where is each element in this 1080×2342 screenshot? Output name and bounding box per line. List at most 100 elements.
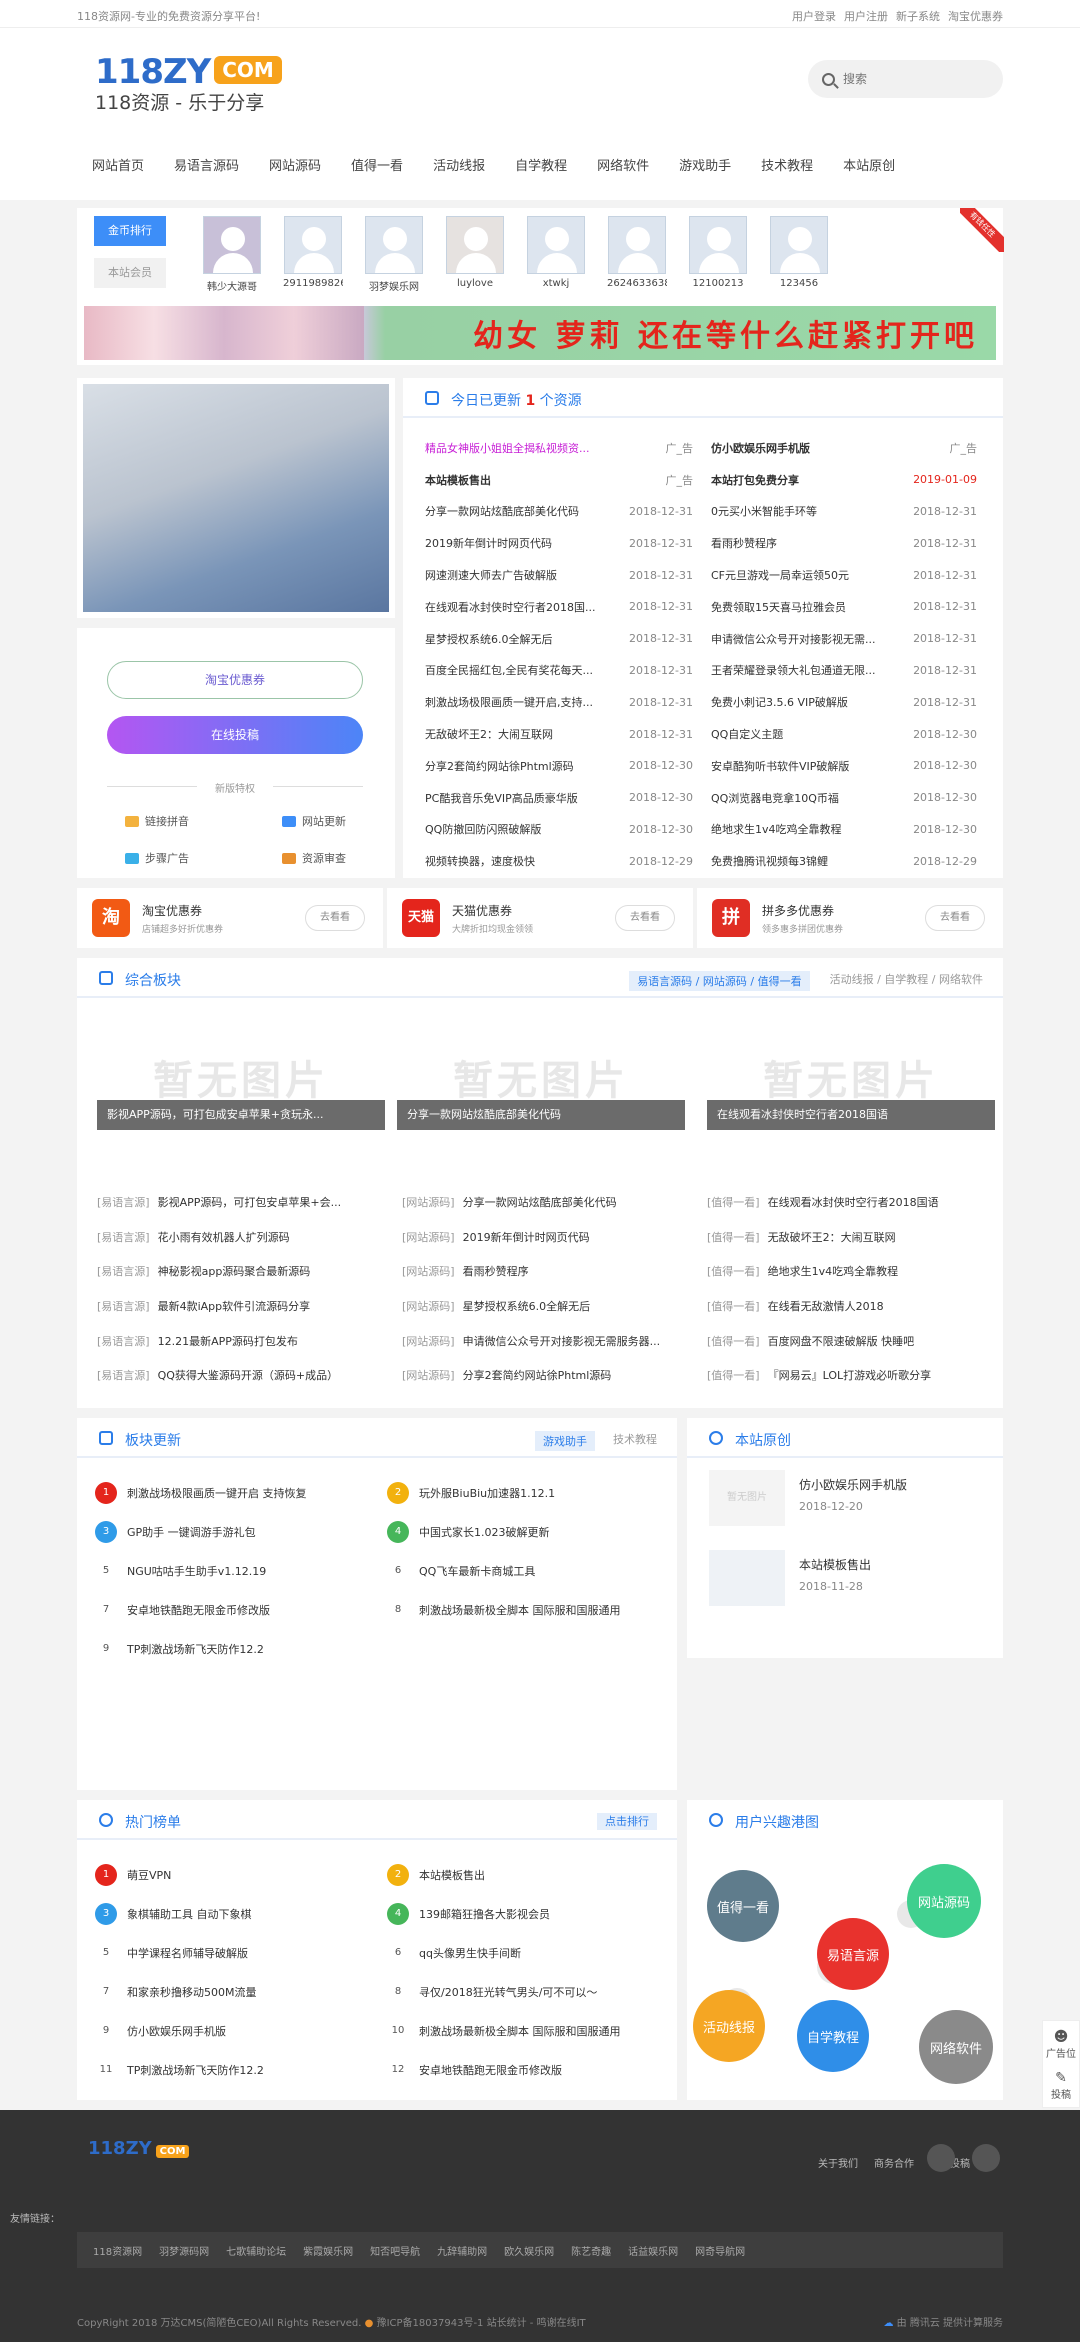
friend-link[interactable]: 紫霞娱乐网 — [303, 2243, 353, 2258]
list-item[interactable]: [网站源码] 分享2套简约网站徐Phtml源码 — [402, 1367, 690, 1402]
friend-link[interactable]: 羽梦源码网 — [159, 2243, 209, 2258]
nav-website-source[interactable]: 网站源码 — [254, 154, 336, 180]
go-button[interactable]: 去看看 — [305, 905, 365, 931]
news-row[interactable]: 分享一款网站炫酷底部美化代码 2018-12-31 0元买小米智能手环等 2018-1… — [425, 496, 995, 528]
rank-item[interactable]: 1 刺激战场极限画质一键开启 支持恢复 — [95, 1482, 307, 1504]
bubble[interactable]: 值得一看 — [707, 1870, 779, 1942]
original-item[interactable]: 暂无图片 仿小欧娱乐网手机版 2018-12-20 — [709, 1470, 989, 1540]
news-title[interactable]: 网速测速大师去广告破解版 — [425, 559, 629, 591]
news-title[interactable]: 分享2套简约网站徐Phtml源码 — [425, 750, 629, 782]
subsystem-link[interactable]: 新子系统 — [896, 8, 940, 24]
list-item[interactable]: [网站源码] 星梦授权系统6.0全解无后 — [402, 1298, 690, 1333]
rank-item[interactable]: 5 中学课程名师辅导破解版 — [95, 1942, 248, 1964]
friend-link[interactable]: 118资源网 — [93, 2243, 142, 2258]
news-row[interactable]: 百度全民摇红包,全民有奖花每天... 2018-12-31 王者荣耀登录领大礼包通道… — [425, 655, 995, 687]
nav-game[interactable]: 游戏助手 — [664, 154, 746, 180]
featured-pic[interactable]: 暂无图片 影视APP源码，可打包成安卓苹果+贪玩永... — [97, 1008, 385, 1130]
news-title[interactable]: 本站打包免费分享 — [711, 464, 913, 496]
coupon-card[interactable]: 天猫 天猫优惠券 大牌折扣均现金领领 去看看 — [387, 888, 693, 948]
friend-link[interactable]: 陈艺奇趣 — [571, 2243, 611, 2258]
submit-button[interactable]: 在线投稿 — [107, 716, 363, 754]
news-title[interactable]: 王者荣耀登录领大礼包通道无限... — [711, 655, 913, 687]
list-item[interactable]: [值得一看] 百度网盘不限速破解版 快睡吧 — [707, 1333, 995, 1368]
news-title[interactable]: 申请微信公众号开对接影视无需... — [711, 623, 913, 655]
list-item[interactable]: [易语言源] 花小雨有效机器人扩列源码 — [97, 1229, 385, 1264]
nav-software[interactable]: 网络软件 — [582, 154, 664, 180]
user-item[interactable]: 羽梦娱乐网 — [364, 216, 424, 293]
rank-item[interactable]: 8 刺激战场最新极全脚本 国际服和国服通用 — [387, 1599, 621, 1621]
rank-item[interactable]: 5 NGU咕咕手生助手v1.12.19 — [95, 1560, 266, 1582]
news-row[interactable]: 无敌破坏王2：大闹互联网 2018-12-31 QQ自定义主题 2018-12-30 — [425, 718, 995, 750]
user-item[interactable]: 2911989826 — [283, 216, 343, 293]
list-item[interactable]: [值得一看] 无敌破坏王2：大闹互联网 — [707, 1229, 995, 1264]
nav-home[interactable]: 网站首页 — [77, 154, 159, 180]
friend-link[interactable]: 九辞辅助网 — [437, 2243, 487, 2258]
news-row[interactable]: 分享2套简约网站徐Phtml源码 2018-12-30 安卓酷狗听书软件VIP破解版… — [425, 750, 995, 782]
news-title[interactable]: 0元买小米智能手环等 — [711, 496, 913, 528]
tab-coin-rank[interactable]: 金币排行 — [94, 216, 166, 246]
news-row[interactable]: 2019新年倒计时网页代码 2018-12-31 看雨秒赞程序 2018-12-31 — [425, 527, 995, 559]
register-link[interactable]: 用户注册 — [844, 8, 888, 24]
search-box[interactable] — [808, 60, 1003, 98]
rank-item[interactable]: 4 139邮箱狂撸各大影视会员 — [387, 1903, 550, 1925]
rank-item[interactable]: 10 刺激战场最新极全脚本 国际服和国服通用 — [387, 2020, 621, 2042]
bubble[interactable]: 自学教程 — [797, 2000, 869, 2072]
rank-item[interactable]: 9 仿小欧娱乐网手机版 — [95, 2020, 226, 2042]
bubble[interactable]: 网站源码 — [907, 1864, 981, 1938]
news-title[interactable]: 绝地求生1v4吃鸡全靠教程 — [711, 814, 913, 846]
friend-link[interactable]: 话益娱乐网 — [628, 2243, 678, 2258]
news-title[interactable]: 视频转换器，速度极快 — [425, 845, 629, 877]
tab-tech[interactable]: 技术教程 — [613, 1431, 657, 1451]
ad-position-button[interactable]: ☻ 广告位 — [1043, 2029, 1079, 2060]
featured-pic[interactable]: 暂无图片 在线观看冰封侠时空行者2018国语 — [707, 1008, 995, 1130]
news-row[interactable]: 星梦授权系统6.0全解无后 2018-12-31 申请微信公众号开对接影视无需...… — [425, 623, 995, 655]
list-item[interactable]: [易语言源] QQ获得大鉴源码开源（源码+成品） — [97, 1367, 385, 1402]
news-title[interactable]: 2019新年倒计时网页代码 — [425, 527, 629, 559]
user-item[interactable]: 12100213 — [688, 216, 748, 293]
rank-item[interactable]: 9 TP刺激战场新飞天防作12.2 — [95, 1638, 264, 1660]
bubble[interactable]: 网络软件 — [919, 2010, 993, 2084]
side-link[interactable]: 网站更新 — [282, 813, 346, 829]
business-link[interactable]: 商务合作 — [874, 2155, 914, 2170]
news-title[interactable]: PC酷我音乐免VIP高品质豪华版 — [425, 782, 629, 814]
coupon-link[interactable]: 淘宝优惠券 — [948, 8, 1003, 24]
rank-item[interactable]: 7 安卓地铁酷跑无限金币修改版 — [95, 1599, 270, 1621]
news-title[interactable]: 在线观看冰封侠时空行者2018国... — [425, 591, 629, 623]
list-item[interactable]: [值得一看] 『网易云』LOL打游戏必听歌分享 — [707, 1367, 995, 1402]
bubble[interactable]: 易语言源 — [817, 1918, 889, 1990]
rank-item[interactable]: 6 QQ飞车最新卡商城工具 — [387, 1560, 535, 1582]
list-item[interactable]: [易语言源] 最新4款iApp软件引流源码分享 — [97, 1298, 385, 1333]
nav-tech[interactable]: 技术教程 — [746, 154, 828, 180]
footer-logo[interactable]: 118ZY COM — [88, 2138, 190, 2159]
side-link[interactable]: 步骤广告 — [125, 850, 189, 866]
side-link[interactable]: 资源审查 — [282, 850, 346, 866]
user-item[interactable]: 123456 — [769, 216, 829, 293]
list-item[interactable]: [易语言源] 12.21最新APP源码打包发布 — [97, 1333, 385, 1368]
submit-float-button[interactable]: ✎ 投稿 — [1043, 2070, 1079, 2101]
coupon-card[interactable]: 拼 拼多多优惠券 领多惠多拼团优惠券 去看看 — [697, 888, 1003, 948]
news-title[interactable]: 看雨秒赞程序 — [711, 527, 913, 559]
list-item[interactable]: [值得一看] 在线观看冰封侠时空行者2018国语 — [707, 1194, 995, 1229]
rank-item[interactable]: 4 中国式家长1.023破解更新 — [387, 1521, 550, 1543]
news-title[interactable]: 百度全民摇红包,全民有奖花每天... — [425, 655, 629, 687]
news-title[interactable]: 星梦授权系统6.0全解无后 — [425, 623, 629, 655]
tab-active[interactable]: 易语言源码 / 网站源码 / 值得一看 — [629, 971, 810, 991]
mail-icon[interactable] — [972, 2144, 1000, 2172]
news-title[interactable]: 分享一款网站炫酷底部美化代码 — [425, 496, 629, 528]
news-row[interactable]: PC酷我音乐免VIP高品质豪华版 2018-12-30 QQ浏览器电竞拿10Q币福 2… — [425, 782, 995, 814]
tab-members[interactable]: 本站会员 — [94, 258, 166, 288]
taobao-coupon-button[interactable]: 淘宝优惠券 — [107, 661, 363, 699]
news-title[interactable]: CF元旦游戏一局幸运领50元 — [711, 559, 913, 591]
news-row[interactable]: 刺激战场极限画质一键开启,支持... 2018-12-31 免费小刺记3.5.6 V… — [425, 686, 995, 718]
nav-activity[interactable]: 活动线报 — [418, 154, 500, 180]
news-title[interactable]: 安卓酷狗听书软件VIP破解版 — [711, 750, 913, 782]
news-title[interactable]: QQ防撤回防闪照破解版 — [425, 814, 629, 846]
news-title[interactable]: 本站模板售出 — [425, 464, 629, 496]
rank-item[interactable]: 7 和家亲秒撸移动500M流量 — [95, 1981, 257, 2003]
tab-other[interactable]: 活动线报 / 自学教程 / 网络软件 — [830, 971, 983, 991]
list-item[interactable]: [易语言源] 影视APP源码，可打包安卓苹果+会... — [97, 1194, 385, 1229]
user-item[interactable]: 2624633638 — [607, 216, 667, 293]
coupon-card[interactable]: 淘 淘宝优惠券 店铺超多好折优惠券 去看看 — [77, 888, 383, 948]
news-row[interactable]: 网速测速大师去广告破解版 2018-12-31 CF元旦游戏一局幸运领50元 2018… — [425, 559, 995, 591]
friend-link[interactable]: 欧久娱乐网 — [504, 2243, 554, 2258]
